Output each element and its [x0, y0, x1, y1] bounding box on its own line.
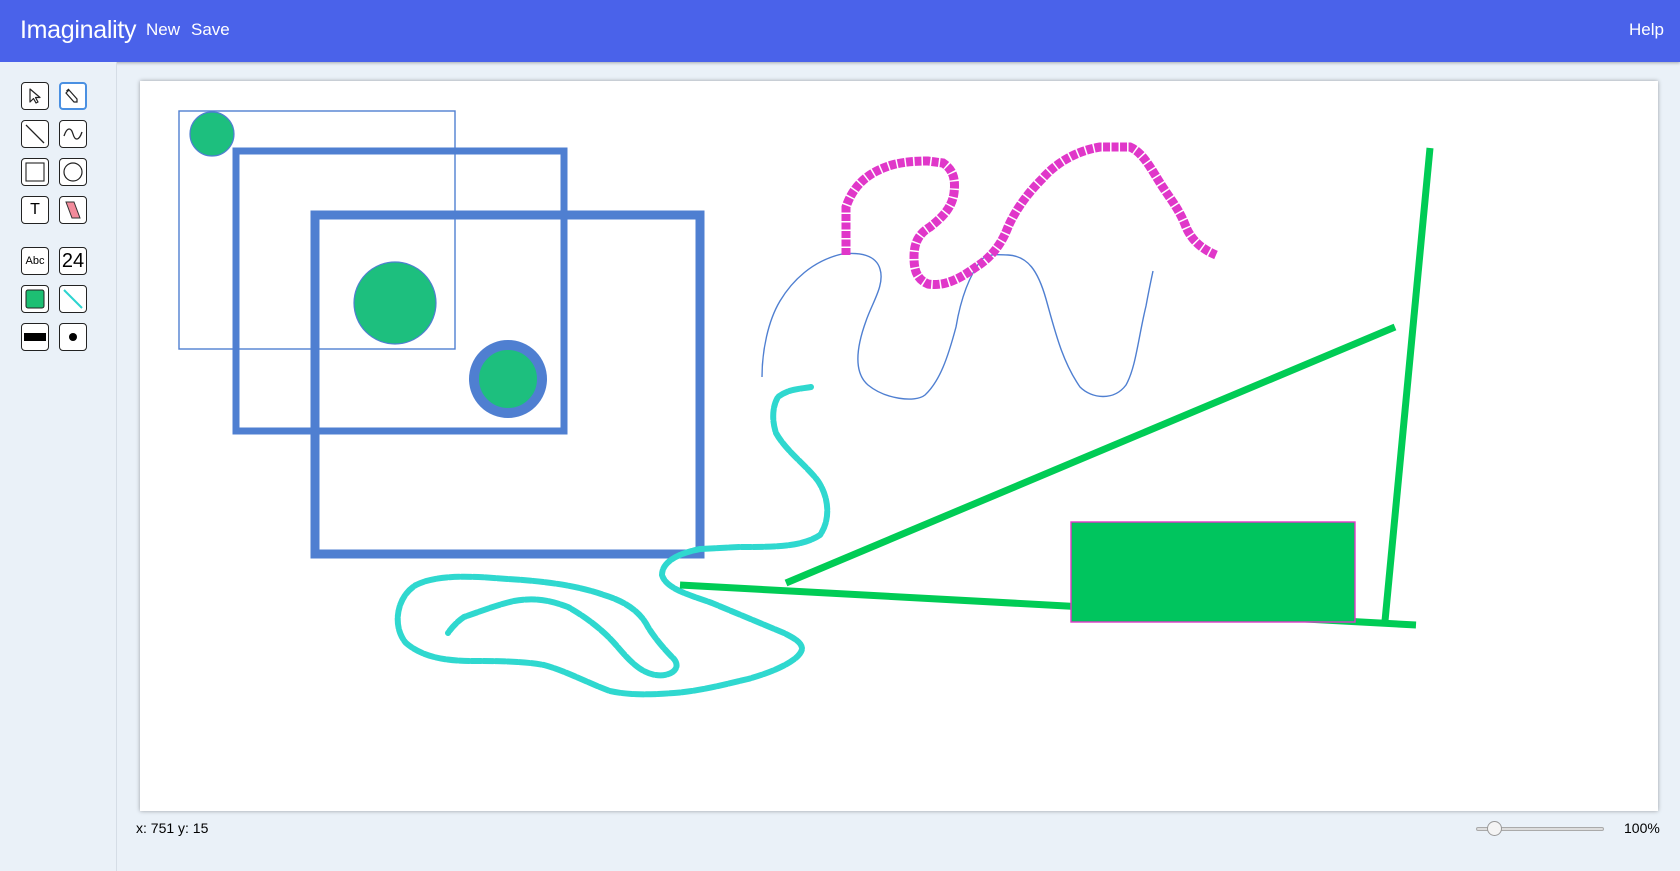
eraser-icon — [65, 201, 81, 219]
drawing-surface[interactable] — [140, 81, 1658, 811]
cursor-arrow-icon — [29, 88, 41, 104]
wave-icon — [63, 128, 83, 140]
font-size-button[interactable]: 24 — [59, 247, 87, 275]
stroke-color-button[interactable] — [59, 285, 87, 313]
new-button[interactable]: New — [146, 20, 180, 40]
diagonal-line-icon — [25, 124, 45, 144]
eraser-tool-button[interactable] — [59, 196, 87, 224]
cursor-coordinates: x: 751 y: 15 — [136, 820, 209, 836]
help-button[interactable]: Help — [1629, 20, 1664, 40]
green-filled-rectangle[interactable] — [1070, 521, 1356, 623]
font-label: Abc — [25, 255, 45, 267]
zoom-level-label: 100% — [1624, 820, 1660, 836]
pencil-icon — [65, 88, 78, 103]
curve-tool-button[interactable] — [59, 120, 87, 148]
green-line-top-right[interactable] — [1381, 147, 1434, 622]
circle-icon — [63, 162, 83, 182]
stroke-color-line-icon — [63, 289, 83, 309]
select-tool-button[interactable] — [21, 82, 49, 110]
point-size-button[interactable] — [59, 323, 87, 351]
drawing-canvas[interactable] — [140, 81, 1658, 811]
zoom-slider[interactable] — [1476, 820, 1604, 838]
magenta-scribble[interactable] — [841, 142, 1218, 290]
text-tool-button[interactable]: T — [21, 196, 49, 224]
font-size-label: 24 — [61, 249, 85, 272]
dot-icon — [69, 333, 77, 341]
square-icon — [25, 162, 45, 182]
pencil-tool-button[interactable] — [59, 82, 87, 110]
fill-color-swatch-icon — [25, 289, 45, 309]
small-green-circle[interactable] — [189, 111, 235, 157]
text-icon: T — [30, 201, 40, 218]
app-title: Imaginality — [20, 16, 137, 44]
rectangle-tool-button[interactable] — [21, 158, 49, 186]
tool-sidebar: T Abc 24 — [0, 62, 117, 871]
thick-line-icon — [24, 333, 46, 341]
ellipse-tool-button[interactable] — [59, 158, 87, 186]
line-tool-button[interactable] — [21, 120, 49, 148]
ringed-green-circle[interactable] — [469, 340, 547, 418]
line-width-button[interactable] — [21, 323, 49, 351]
zoom-slider-thumb[interactable] — [1487, 821, 1503, 836]
font-button[interactable]: Abc — [21, 247, 49, 275]
top-navigation-bar: Imaginality New Save Help — [0, 0, 1680, 62]
save-button[interactable]: Save — [191, 20, 230, 40]
fill-color-button[interactable] — [21, 285, 49, 313]
medium-green-circle[interactable] — [353, 261, 437, 345]
